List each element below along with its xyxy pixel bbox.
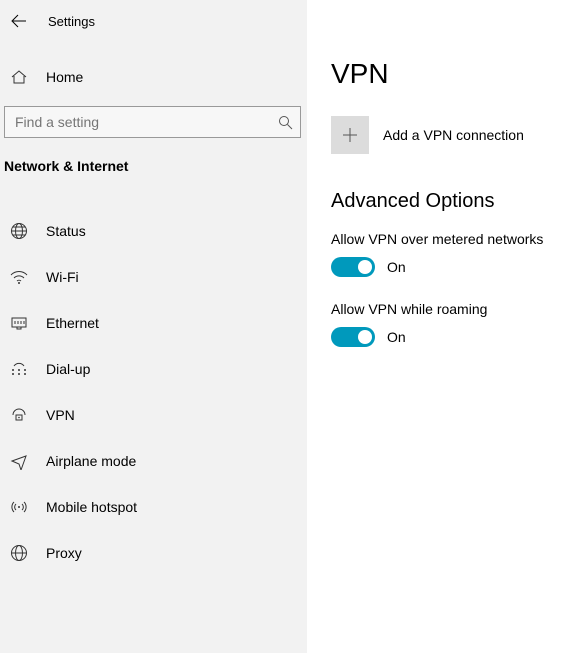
- main-panel: VPN Add a VPN connection Advanced Option…: [307, 0, 583, 653]
- header: Settings: [0, 0, 307, 42]
- nav-label: Mobile hotspot: [46, 499, 137, 515]
- toggle-state: On: [387, 259, 406, 275]
- search-input[interactable]: [5, 114, 270, 130]
- app-title: Settings: [48, 14, 95, 29]
- toggle-row: On: [331, 327, 583, 347]
- setting-label: Allow VPN while roaming: [331, 301, 583, 317]
- sidebar-item-hotspot[interactable]: Mobile hotspot: [0, 484, 307, 530]
- ethernet-icon: [10, 314, 28, 332]
- toggle-row: On: [331, 257, 583, 277]
- sidebar-item-dialup[interactable]: Dial-up: [0, 346, 307, 392]
- toggle-metered[interactable]: [331, 257, 375, 277]
- nav-label: Airplane mode: [46, 453, 136, 469]
- nav-label: VPN: [46, 407, 75, 423]
- sidebar-item-ethernet[interactable]: Ethernet: [0, 300, 307, 346]
- toggle-knob: [358, 330, 372, 344]
- nav-label: Proxy: [46, 545, 82, 561]
- hotspot-icon: [10, 498, 28, 516]
- wifi-icon: [10, 268, 28, 286]
- toggle-knob: [358, 260, 372, 274]
- nav-label: Wi-Fi: [46, 269, 79, 285]
- home-icon: [10, 68, 28, 86]
- nav-label: Ethernet: [46, 315, 99, 331]
- nav-label: Dial-up: [46, 361, 90, 377]
- sidebar-item-airplane[interactable]: Airplane mode: [0, 438, 307, 484]
- sidebar-item-status[interactable]: Status: [0, 208, 307, 254]
- setting-metered: Allow VPN over metered networks On: [331, 231, 583, 277]
- globe-icon: [10, 222, 28, 240]
- search-icon: [270, 115, 300, 130]
- back-icon[interactable]: [10, 12, 28, 30]
- section-label: Network & Internet: [0, 152, 307, 180]
- nav-label: Status: [46, 223, 86, 239]
- home-nav[interactable]: Home: [0, 58, 307, 96]
- sidebar-item-wifi[interactable]: Wi-Fi: [0, 254, 307, 300]
- airplane-icon: [10, 452, 28, 470]
- home-label: Home: [46, 69, 83, 85]
- plus-icon: [331, 116, 369, 154]
- add-vpn-button[interactable]: Add a VPN connection: [331, 116, 583, 154]
- setting-label: Allow VPN over metered networks: [331, 231, 583, 247]
- sidebar: Settings Home Network & Internet Status …: [0, 0, 307, 653]
- toggle-roaming[interactable]: [331, 327, 375, 347]
- toggle-state: On: [387, 329, 406, 345]
- sidebar-item-proxy[interactable]: Proxy: [0, 530, 307, 576]
- dialup-icon: [10, 360, 28, 378]
- sidebar-item-vpn[interactable]: VPN: [0, 392, 307, 438]
- setting-roaming: Allow VPN while roaming On: [331, 301, 583, 347]
- add-vpn-label: Add a VPN connection: [383, 127, 524, 143]
- vpn-icon: [10, 406, 28, 424]
- search-box[interactable]: [4, 106, 301, 138]
- page-title: VPN: [331, 58, 583, 90]
- advanced-heading: Advanced Options: [331, 190, 583, 213]
- proxy-icon: [10, 544, 28, 562]
